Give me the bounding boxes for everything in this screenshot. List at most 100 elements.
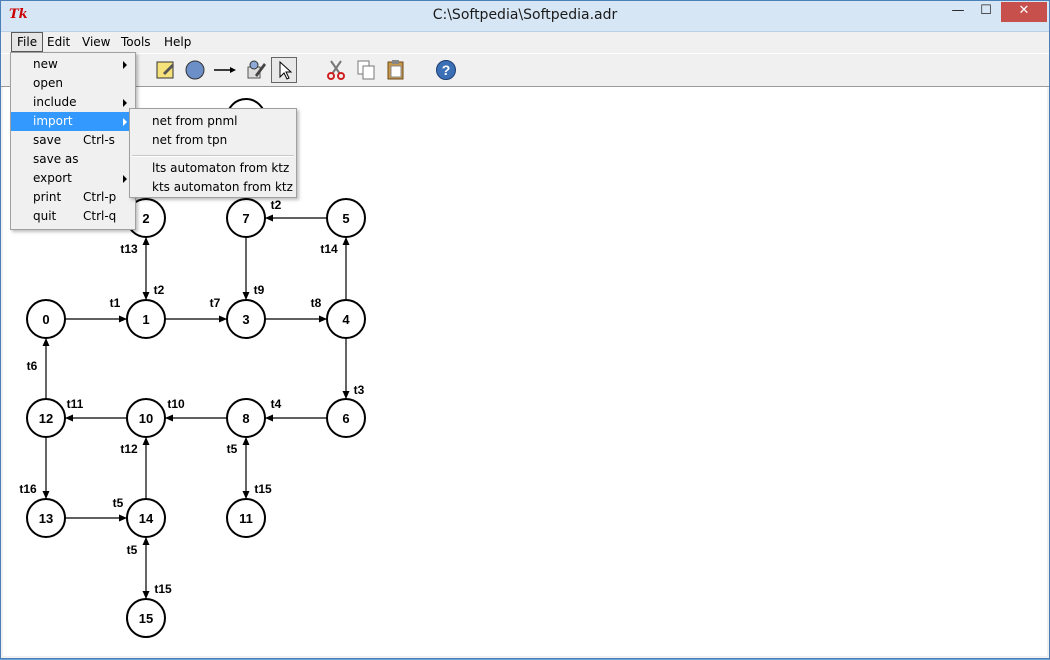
select-icon[interactable] xyxy=(271,57,297,83)
minimize-icon[interactable]: — xyxy=(945,2,971,22)
state-icon[interactable] xyxy=(182,57,208,83)
arc-icon[interactable] xyxy=(212,57,238,83)
arrowhead-icon xyxy=(142,437,150,445)
menu-view[interactable]: View xyxy=(77,33,115,51)
edge-label: t2 xyxy=(271,198,282,212)
graph-node-label: 4 xyxy=(342,312,350,327)
submenu-arrow-icon xyxy=(123,118,127,126)
menu-item-label: print xyxy=(33,190,62,204)
submenu-separator xyxy=(132,155,294,157)
edge-label: t7 xyxy=(210,296,221,310)
paste-icon[interactable] xyxy=(383,57,409,83)
arrowhead-icon xyxy=(165,414,173,422)
arrowhead-icon xyxy=(142,591,150,599)
toolbar: ? xyxy=(1,53,1049,87)
arrowhead-icon xyxy=(42,338,50,346)
arrowhead-icon xyxy=(242,292,250,300)
graph-node-label: 15 xyxy=(139,611,153,626)
submenu-arrow-icon xyxy=(123,175,127,183)
menu-bar: File Edit View Tools Help xyxy=(1,32,1049,52)
arrowhead-icon xyxy=(242,437,250,445)
edit-icon[interactable] xyxy=(153,57,179,83)
edge-label: t14 xyxy=(320,242,338,256)
menu-file[interactable]: File xyxy=(11,32,44,52)
menu-item-shortcut: Ctrl-s xyxy=(83,133,115,147)
file-menu-dropdown: new open include import save Ctrl-s save as exp… xyxy=(10,52,136,230)
submenu-item-kts-automaton[interactable]: kts automaton from ktz xyxy=(152,178,293,196)
arrowhead-icon xyxy=(119,315,127,323)
file-menu-item-quit[interactable]: quit Ctrl-q xyxy=(11,207,135,226)
graph-node-label: 13 xyxy=(39,511,53,526)
menu-item-label: import xyxy=(33,114,73,128)
graph-node-label: 14 xyxy=(139,511,154,526)
menu-help[interactable]: Help xyxy=(159,33,196,51)
edge-label: t15 xyxy=(254,482,272,496)
close-icon[interactable]: ✕ xyxy=(1001,2,1047,22)
menu-item-label: save xyxy=(33,133,62,147)
arrowhead-icon xyxy=(42,491,50,499)
submenu-item-lts-automaton[interactable]: lts automaton from ktz xyxy=(152,159,289,177)
edge-label: t5 xyxy=(113,496,124,510)
menu-item-label: export xyxy=(33,171,72,185)
file-menu-item-open[interactable]: open xyxy=(11,74,135,93)
edge-label: t13 xyxy=(120,242,138,256)
submenu-arrow-icon xyxy=(123,61,127,69)
submenu-arrow-icon xyxy=(123,99,127,107)
title-bar: Tk C:\Softpedia\Softpedia.adr — ☐ ✕ xyxy=(1,1,1049,32)
edge-label: t16 xyxy=(19,482,37,496)
arrowhead-icon xyxy=(142,292,150,300)
cut-icon[interactable] xyxy=(323,57,349,83)
file-menu-item-import[interactable]: import xyxy=(11,112,135,131)
submenu-item-net-from-pnml[interactable]: net from pnml xyxy=(152,112,238,130)
menu-item-label: quit xyxy=(33,209,57,223)
submenu-item-net-from-tpn[interactable]: net from tpn xyxy=(152,131,227,149)
edge-label: t6 xyxy=(27,359,38,373)
svg-text:?: ? xyxy=(442,62,451,78)
edge-label: t10 xyxy=(167,397,185,411)
arrowhead-icon xyxy=(65,414,73,422)
edge-label: t8 xyxy=(311,296,322,310)
file-menu-item-save[interactable]: save Ctrl-s xyxy=(11,131,135,150)
graph-node-label: 3 xyxy=(242,312,249,327)
menu-tools[interactable]: Tools xyxy=(116,33,156,51)
arrowhead-icon xyxy=(142,537,150,545)
arrowhead-icon xyxy=(265,214,273,222)
help-icon[interactable]: ? xyxy=(433,57,459,83)
arrowhead-icon xyxy=(142,237,150,245)
arrowhead-icon xyxy=(342,391,350,399)
menu-item-shortcut: Ctrl-p xyxy=(83,190,117,204)
arrowhead-icon xyxy=(119,514,127,522)
import-submenu: net from pnml net from tpn lts automaton… xyxy=(129,108,297,198)
arrowhead-icon xyxy=(319,315,327,323)
graph-node-label: 6 xyxy=(342,411,349,426)
graph-node-label: 10 xyxy=(139,411,153,426)
edge-label: t4 xyxy=(271,397,282,411)
maximize-icon[interactable]: ☐ xyxy=(973,2,999,22)
edge-label: t11 xyxy=(67,397,84,411)
arrowhead-icon xyxy=(265,414,273,422)
menu-item-label: open xyxy=(33,76,63,90)
edge-label: t3 xyxy=(354,383,365,397)
arrowhead-icon xyxy=(342,237,350,245)
edge-label: t12 xyxy=(120,442,138,456)
copy-icon[interactable] xyxy=(353,57,379,83)
edge-label: t5 xyxy=(227,442,238,456)
file-menu-item-print[interactable]: print Ctrl-p xyxy=(11,188,135,207)
graph-node-label: 11 xyxy=(239,511,253,526)
attribute-icon[interactable] xyxy=(243,57,269,83)
graph-node-label: 2 xyxy=(142,211,149,226)
graph-node-label: 8 xyxy=(242,411,249,426)
edge-label: t2 xyxy=(154,283,165,297)
app-window: Tk C:\Softpedia\Softpedia.adr — ☐ ✕ File… xyxy=(0,0,1050,659)
file-menu-item-export[interactable]: export xyxy=(11,169,135,188)
file-menu-item-new[interactable]: new xyxy=(11,55,135,74)
file-menu-item-save-as[interactable]: save as xyxy=(11,150,135,169)
menu-item-label: new xyxy=(33,57,58,71)
file-menu-item-include[interactable]: include xyxy=(11,93,135,112)
graph-node-label: 1 xyxy=(142,312,149,327)
arrowhead-icon xyxy=(219,315,227,323)
menu-edit[interactable]: Edit xyxy=(42,33,75,51)
menu-item-shortcut: Ctrl-q xyxy=(83,209,117,223)
graph-node-label: 12 xyxy=(39,411,53,426)
graph-node-label: 5 xyxy=(342,211,349,226)
